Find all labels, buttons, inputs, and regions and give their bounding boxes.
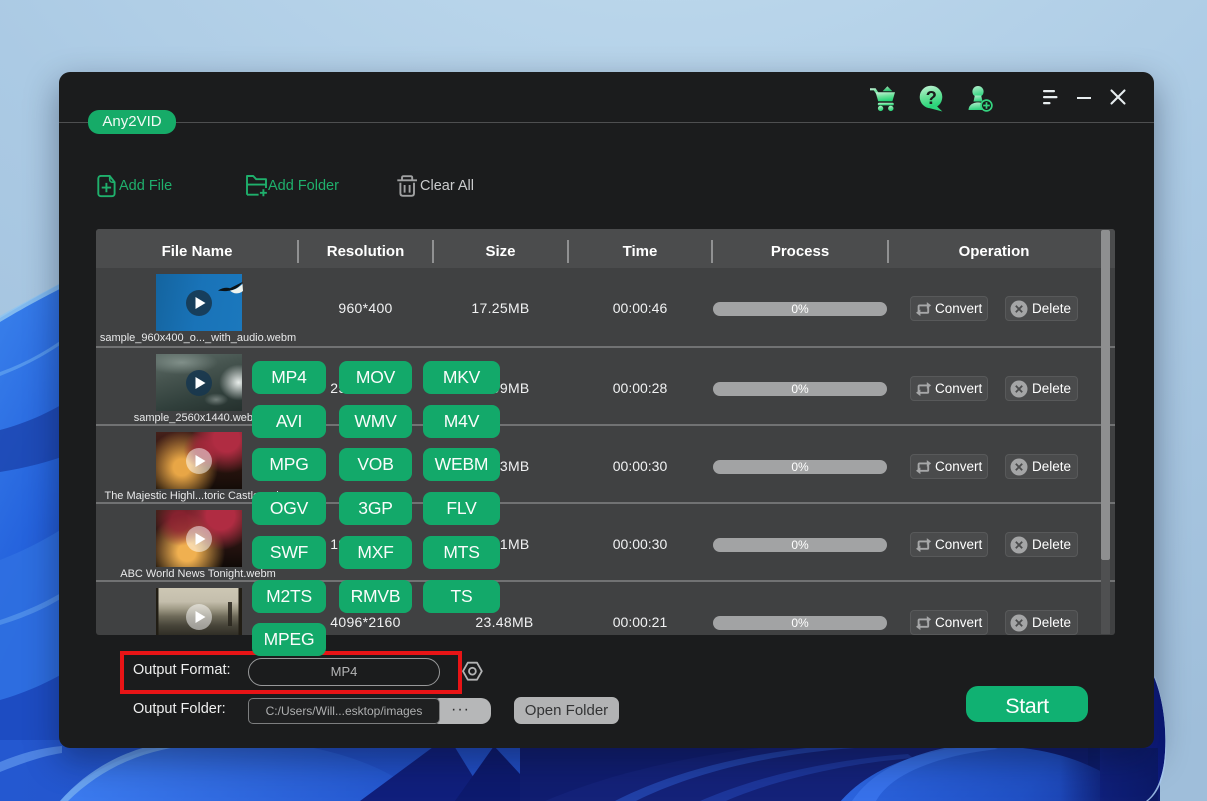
svg-text:?: ? [926, 87, 937, 108]
